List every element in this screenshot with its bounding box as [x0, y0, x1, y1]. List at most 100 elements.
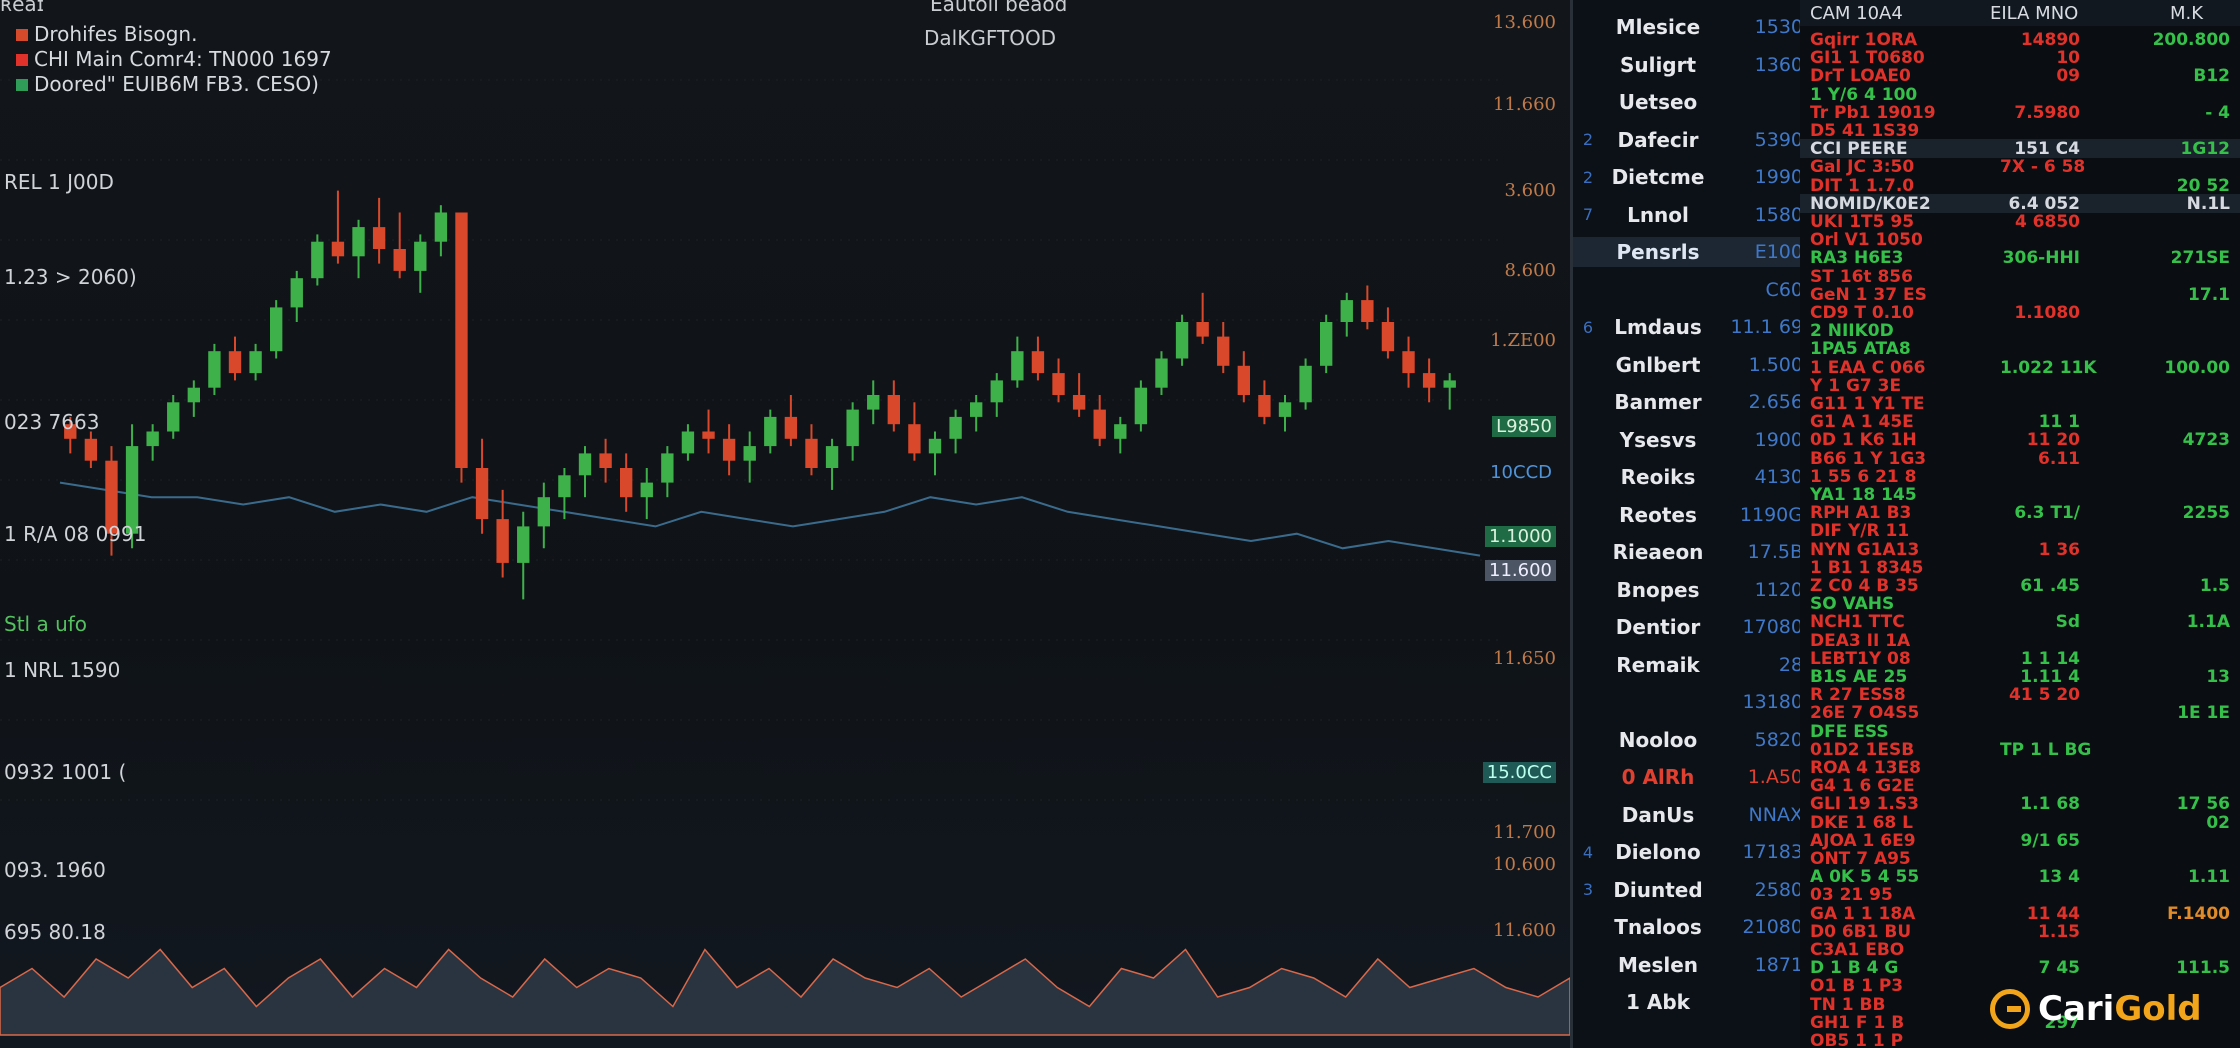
order-book-row[interactable]: CD9 T 0.10 1.1080	[1800, 303, 2240, 323]
candle-body	[578, 453, 592, 476]
order-book-row[interactable]: 1PA5 ATA8	[1800, 339, 2240, 359]
order-book-row[interactable]: SO VAHS	[1800, 594, 2240, 614]
order-price: F.1400	[2167, 903, 2230, 924]
watchlist-row[interactable]: Ysesvs 1900	[1573, 425, 1803, 455]
order-book-row[interactable]: GeN 1 37 ES 17.1	[1800, 285, 2240, 305]
watchlist-row[interactable]: 2 Dafecir 5390	[1573, 125, 1803, 155]
order-book-row[interactable]: DFE ESS	[1800, 722, 2240, 742]
order-book-row[interactable]: GI1 1 T0680 10	[1800, 48, 2240, 68]
order-book-row[interactable]: LEBT1Y 08 1 1 14	[1800, 649, 2240, 669]
order-book[interactable]: CAM 10A4 EILA MNO M.K Gqirr 1ORA 14890 200…	[1800, 0, 2240, 1048]
order-book-row[interactable]: D 1 B 4 G 7 45 111.5	[1800, 958, 2240, 978]
watchlist-row[interactable]: Reoiks 4130	[1573, 462, 1803, 492]
order-book-row[interactable]: Z C0 4 B 35 61 .45 1.5	[1800, 576, 2240, 596]
watchlist-row[interactable]: C60	[1573, 275, 1803, 305]
order-book-row[interactable]: GLI 19 1.S3 1.1 68 17 56	[1800, 794, 2240, 814]
watchlist-row[interactable]: Rieaeon 17.5B	[1573, 537, 1803, 567]
order-book-row[interactable]: A 0K 5 4 55 13 4 1.11	[1800, 867, 2240, 887]
candlestick-chart[interactable]	[0, 0, 1570, 1048]
order-book-row[interactable]: DIT 1 1.7.0 20 52	[1800, 176, 2240, 196]
order-book-row[interactable]: D5 41 1S39	[1800, 121, 2240, 141]
order-book-row[interactable]: 1 Y/6 4 100	[1800, 85, 2240, 105]
order-book-row[interactable]: C3A1 EBO	[1800, 940, 2240, 960]
order-book-row[interactable]: Tr Pb1 19019 7.5980 - 4	[1800, 103, 2240, 123]
order-book-row[interactable]: GA 1 1 18A 11 44 F.1400	[1800, 903, 2240, 924]
order-label: DrT LOAE0	[1810, 66, 1911, 87]
watchlist-row[interactable]: Pensrls E100	[1573, 237, 1803, 267]
order-label: Gal JC 3:50	[1810, 157, 1915, 178]
order-book-row[interactable]: YA1 18 145	[1800, 485, 2240, 505]
candle-body	[311, 241, 324, 279]
order-book-row[interactable]: 26E 7 O4S5 1E 1E	[1800, 703, 2240, 724]
watchlist-row[interactable]: 6 Lmdaus 11.1 69	[1573, 312, 1803, 342]
watchlist-row[interactable]: Nooloo 5820	[1573, 725, 1803, 755]
watchlist-row[interactable]: Reotes 1190G	[1573, 500, 1803, 530]
order-book-row[interactable]: NCH1 TTC Sd 1.1A	[1800, 612, 2240, 632]
watchlist-row[interactable]: 13180	[1573, 687, 1803, 717]
price-chart-pane[interactable]: ʀeaɪ Eautoll beaod DalKGFTOOD Drohifes B…	[0, 0, 1570, 1048]
watchlist-row[interactable]: 1 Abk	[1573, 987, 1803, 1017]
order-book-row[interactable]: NYN G1A13 1 36	[1800, 540, 2240, 560]
order-book-row[interactable]: DIF Y/R 11	[1800, 521, 2240, 541]
order-book-row[interactable]: Gal JC 3:50 7X - 6 58	[1800, 157, 2240, 178]
symbol-name: Tnaloos	[1614, 915, 1702, 939]
order-book-row[interactable]: DEA3 II 1A	[1800, 631, 2240, 651]
row-index: 3	[1582, 880, 1594, 899]
column-header[interactable]: CAM 10A4	[1810, 3, 1903, 24]
watchlist-row[interactable]: Bnopes 1120	[1573, 575, 1803, 605]
watchlist-row[interactable]: DanUs NNAX	[1573, 800, 1803, 830]
order-book-row[interactable]: ROA 4 13E8	[1800, 758, 2240, 778]
order-book-row[interactable]: G4 1 6 G2E	[1800, 776, 2240, 796]
order-book-row[interactable]: OB5 1 1 P	[1800, 1031, 2240, 1048]
order-book-row[interactable]: AJOA 1 6E9 9/1 65	[1800, 831, 2240, 851]
watchlist-row[interactable]: Remaik 28	[1573, 650, 1803, 680]
order-book-row[interactable]: R 27 ESS8 41 5 20	[1800, 685, 2240, 705]
order-book-row[interactable]: 01D2 1ESB TP 1 L BG	[1800, 740, 2240, 760]
order-book-row[interactable]: RA3 H6E3 306-HHI 271SE	[1800, 248, 2240, 268]
watchlist-row[interactable]: Tnaloos 21080	[1573, 912, 1803, 942]
order-book-row[interactable]: 1 B1 1 8345	[1800, 558, 2240, 578]
order-book-row[interactable]: 2 NIIK0D	[1800, 321, 2240, 341]
column-header[interactable]: EILA MNO	[1990, 3, 2078, 24]
candle-body	[517, 526, 530, 563]
legend-item: CHI Main Comr4: TN000 1697	[16, 47, 332, 72]
order-book-row[interactable]: NOMID/K0E2 6.4 052 N.1L	[1800, 193, 2240, 214]
watchlist-row[interactable]: Meslen 1871	[1573, 950, 1803, 980]
order-book-row[interactable]: B1S AE 25 1.11 4 13	[1800, 667, 2240, 687]
market-watchlist[interactable]: Mlesice 1530 Suligrt 1360 Uetseo 2 Dafecir 5390…	[1570, 0, 1803, 1048]
candle-body	[1217, 336, 1230, 366]
order-book-row[interactable]: ST 16t 856	[1800, 267, 2240, 287]
order-book-row[interactable]: RPH A1 B3 6.3 T1/2255	[1800, 503, 2240, 523]
order-book-row[interactable]: DrT LOAE0 09 B12	[1800, 66, 2240, 87]
order-book-row[interactable]: G11 1 Y1 TE	[1800, 394, 2240, 414]
watchlist-row[interactable]: 0 AlRh 1.A50	[1573, 762, 1803, 792]
column-header[interactable]: M.K	[2170, 3, 2203, 24]
watchlist-row[interactable]: Gnlbert 1.500	[1573, 350, 1803, 380]
order-label: CCI PEERE	[1810, 139, 1908, 160]
order-book-row[interactable]: Gqirr 1ORA 14890 200.800	[1800, 30, 2240, 50]
order-book-row[interactable]: 1 55 6 21 8	[1800, 467, 2240, 487]
order-book-row[interactable]: G1 A 1 45E 11 1	[1800, 412, 2240, 432]
watchlist-row[interactable]: Suligrt 1360	[1573, 50, 1803, 80]
order-book-row[interactable]: 03 21 95	[1800, 885, 2240, 905]
order-label: 26E 7 O4S5	[1810, 703, 1920, 724]
candle-body	[887, 395, 900, 425]
watchlist-row[interactable]: 7 Lnnol 1580	[1573, 200, 1803, 230]
order-book-row[interactable]: 1 EAA C 066 1.022 11K 100.00	[1800, 358, 2240, 378]
watchlist-row[interactable]: 3 Diunted 2580	[1573, 875, 1803, 905]
order-book-row[interactable]: CCI PEERE 151 C4 1G12	[1800, 139, 2240, 160]
order-book-row[interactable]: 0D 1 K6 1H 11 20 4723	[1800, 430, 2240, 450]
order-book-row[interactable]: DKE 1 68 L 02	[1800, 813, 2240, 833]
watchlist-row[interactable]: Mlesice 1530	[1573, 12, 1803, 42]
order-book-row[interactable]: Orl V1 1050	[1800, 230, 2240, 250]
order-book-row[interactable]: UKI 1T5 95 4 6850	[1800, 212, 2240, 232]
watchlist-row[interactable]: Dentior 17080	[1573, 612, 1803, 642]
watchlist-row[interactable]: 4 Dielono 17183	[1573, 837, 1803, 867]
order-book-row[interactable]: B66 1 Y 1G3 6.11	[1800, 449, 2240, 469]
watchlist-row[interactable]: Uetseo	[1573, 87, 1803, 117]
watchlist-row[interactable]: 2 Dietcme 1990	[1573, 162, 1803, 192]
watchlist-row[interactable]: Banmer 2.656	[1573, 387, 1803, 417]
order-book-row[interactable]: ONT 7 A95	[1800, 849, 2240, 869]
order-book-row[interactable]: D0 6B1 BU 1.15	[1800, 922, 2240, 942]
order-book-row[interactable]: Y 1 G7 3E	[1800, 376, 2240, 396]
